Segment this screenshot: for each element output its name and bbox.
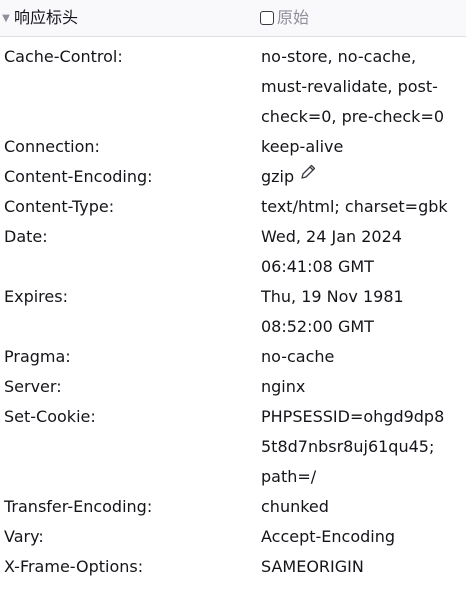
header-name: Content-Type:: [4, 197, 115, 216]
header-value: PHPSESSID=ohgd9dp8 5t8d7nbsr8uj61qu45; pat…: [261, 402, 461, 492]
header-value-line: 5t8d7nbsr8uj61qu45;: [261, 432, 461, 462]
header-value-line: gzip: [261, 162, 461, 192]
header-row: Expires: Thu, 19 Nov 1981 08:52:00 GMT: [0, 282, 466, 342]
header-value: chunked: [261, 492, 461, 522]
header-value-text: PHPSESSID=ohgd9dp8: [261, 407, 445, 426]
header-row: Vary: Accept-Encoding: [0, 522, 466, 552]
header-value-line: nginx: [261, 372, 461, 402]
header-value-text: Wed, 24 Jan 2024: [261, 227, 402, 246]
header-row: Pragma: no-cache: [0, 342, 466, 372]
header-row: Content-Encoding: gzip: [0, 162, 466, 192]
header-value-text: chunked: [261, 497, 329, 516]
header-row: Transfer-Encoding: chunked: [0, 492, 466, 522]
header-row: Connection: keep-alive: [0, 132, 466, 162]
header-value: SAMEORIGIN: [261, 552, 461, 582]
header-value-line: Thu, 19 Nov 1981: [261, 282, 461, 312]
header-value-text: Thu, 19 Nov 1981: [261, 287, 404, 306]
triangle-down-icon[interactable]: ▼: [0, 11, 12, 25]
header-value-text: SAMEORIGIN: [261, 557, 364, 576]
header-value-text: gzip: [261, 167, 295, 186]
header-value-text: no-cache: [261, 347, 335, 366]
header-name: Date:: [4, 227, 48, 246]
header-value: no-cache: [261, 342, 461, 372]
header-value: Thu, 19 Nov 1981 08:52:00 GMT: [261, 282, 461, 342]
header-row: Server: nginx: [0, 372, 466, 402]
header-value: keep-alive: [261, 132, 461, 162]
header-value-text: check=0, pre-check=0: [261, 107, 445, 126]
header-value-line: text/html; charset=gbk: [261, 192, 461, 222]
header-value: Wed, 24 Jan 2024 06:41:08 GMT: [261, 222, 461, 282]
header-value-line: SAMEORIGIN: [261, 552, 461, 582]
header-row: Date: Wed, 24 Jan 2024 06:41:08 GMT: [0, 222, 466, 282]
header-value: nginx: [261, 372, 461, 402]
header-name: Connection:: [4, 137, 100, 156]
header-value-text: 08:52:00 GMT: [261, 317, 374, 336]
header-value-line: chunked: [261, 492, 461, 522]
header-name: Pragma:: [4, 347, 71, 366]
header-name: Set-Cookie:: [4, 407, 96, 426]
header-value-line: no-cache: [261, 342, 461, 372]
header-value-line: Wed, 24 Jan 2024: [261, 222, 461, 252]
header-name: X-Frame-Options:: [4, 557, 144, 576]
pencil-edit-icon[interactable]: [299, 161, 317, 191]
header-row: Cache-Control: no-store, no-cache, must-re…: [0, 42, 466, 132]
header-value-line: keep-alive: [261, 132, 461, 162]
header-row: Set-Cookie: PHPSESSID=ohgd9dp8 5t8d7nbsr8u…: [0, 402, 466, 492]
header-value-line: PHPSESSID=ohgd9dp8: [261, 402, 461, 432]
header-value-line: must-revalidate, post-: [261, 72, 461, 102]
header-value-line: path=/: [261, 462, 461, 492]
response-headers-section-header: ▼ 响应标头 原始: [0, 0, 466, 37]
header-value-text: no-store, no-cache,: [261, 47, 417, 66]
header-value-line: check=0, pre-check=0: [261, 102, 461, 132]
header-value-text: must-revalidate, post-: [261, 77, 438, 96]
header-value-line: Accept-Encoding: [261, 522, 461, 552]
header-name: Server:: [4, 377, 62, 396]
header-value-line: 06:41:08 GMT: [261, 252, 461, 282]
raw-checkbox[interactable]: [260, 11, 274, 25]
section-title[interactable]: 响应标头: [14, 7, 78, 29]
header-row: Content-Type: text/html; charset=gbk: [0, 192, 466, 222]
header-value: no-store, no-cache, must-revalidate, post…: [261, 42, 461, 132]
raw-label[interactable]: 原始: [277, 7, 309, 29]
header-name: Content-Encoding:: [4, 167, 153, 186]
header-name: Expires:: [4, 287, 68, 306]
header-name: Transfer-Encoding:: [4, 497, 153, 516]
header-value-text: 5t8d7nbsr8uj61qu45;: [261, 437, 435, 456]
header-value: Accept-Encoding: [261, 522, 461, 552]
header-value-text: keep-alive: [261, 137, 344, 156]
header-value: gzip: [261, 162, 461, 192]
header-value-text: path=/: [261, 467, 317, 486]
header-value-text: 06:41:08 GMT: [261, 257, 374, 276]
header-name: Cache-Control:: [4, 47, 123, 66]
raw-toggle[interactable]: 原始: [260, 7, 309, 29]
header-value-line: 08:52:00 GMT: [261, 312, 461, 342]
header-value-line: no-store, no-cache,: [261, 42, 461, 72]
header-row: X-Frame-Options: SAMEORIGIN: [0, 552, 466, 582]
header-value: text/html; charset=gbk: [261, 192, 461, 222]
header-value-text: nginx: [261, 377, 306, 396]
header-value-text: text/html; charset=gbk: [261, 197, 448, 216]
header-name: Vary:: [4, 527, 44, 546]
header-value-text: Accept-Encoding: [261, 527, 396, 546]
